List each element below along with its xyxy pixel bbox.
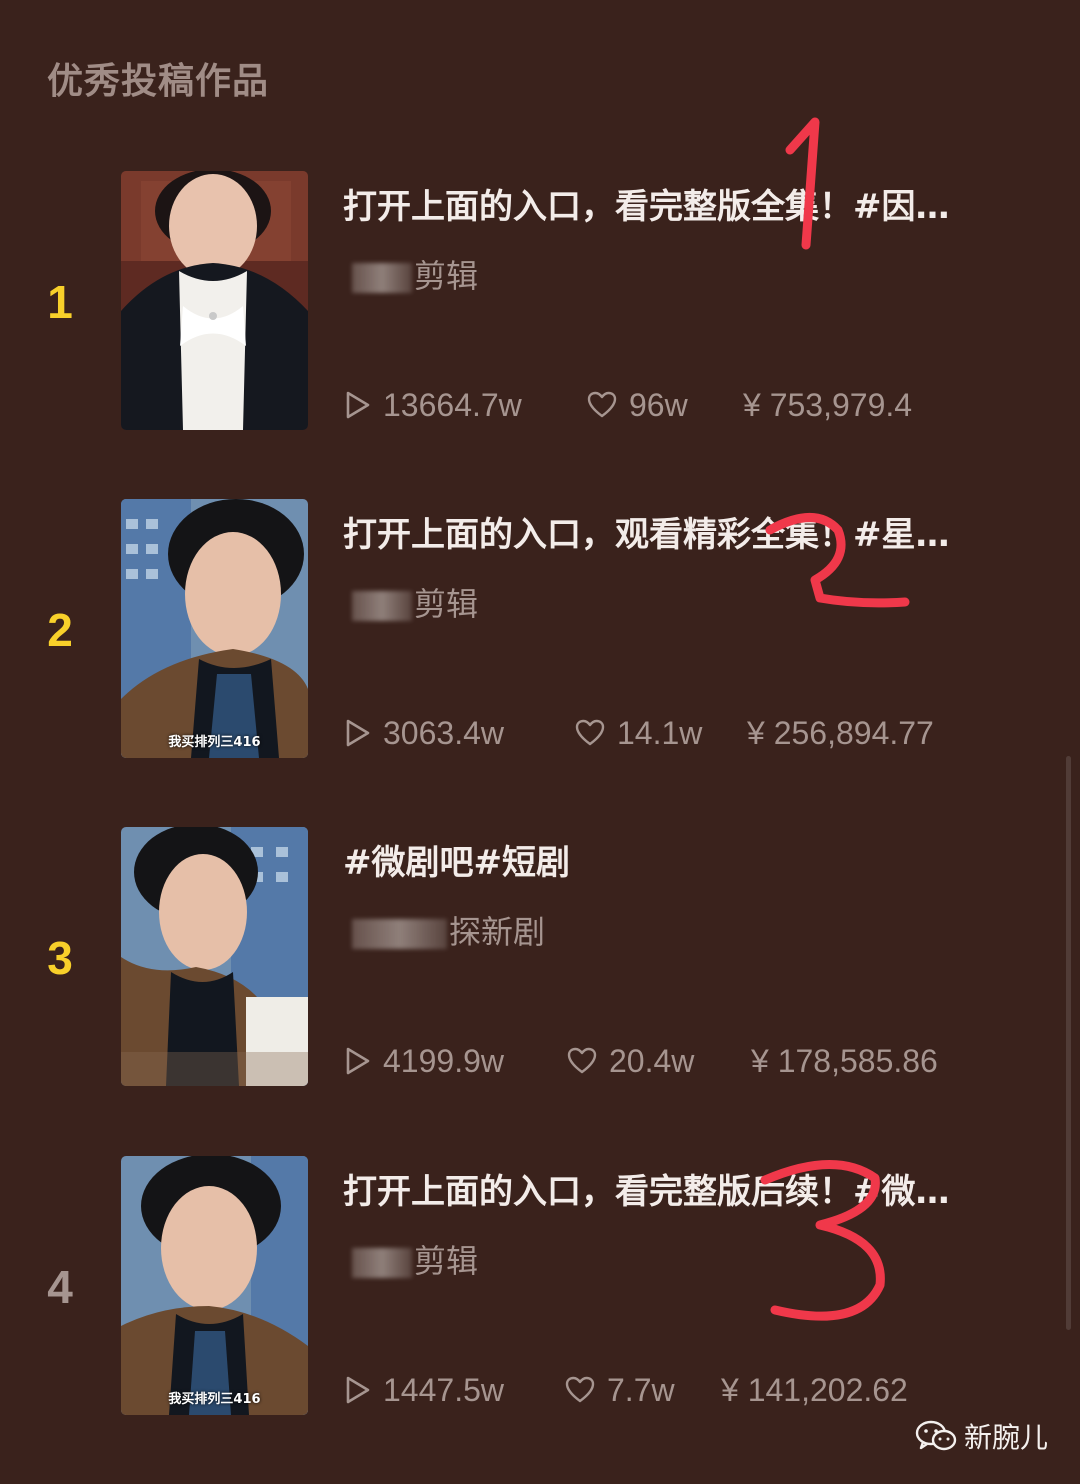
- play-icon: [346, 1376, 370, 1404]
- thumbnail-caption: 我买排列三416: [168, 1392, 261, 1407]
- watermark-text: 新腕儿: [964, 1421, 1049, 1454]
- thumbnail-caption: 我买排列三416: [168, 735, 261, 750]
- author-name[interactable]: 剪辑: [352, 1236, 478, 1280]
- author-name[interactable]: 探新剧: [352, 907, 545, 951]
- play-count: 1447.5w: [345, 1372, 565, 1409]
- list-item[interactable]: 1 打开上面的入口，看完整版全集！#因… 剪辑 13664.7w 96w ¥ 7…: [0, 171, 1080, 431]
- rank-number: 1: [47, 276, 73, 328]
- play-icon: [346, 391, 370, 419]
- video-thumbnail[interactable]: 我买排列三416: [121, 499, 308, 758]
- rank-number: 2: [47, 604, 73, 656]
- play-count: 13664.7w: [345, 387, 587, 424]
- heart-icon: [565, 1376, 595, 1403]
- author-name[interactable]: 剪辑: [352, 251, 478, 295]
- section-title: 优秀投稿作品: [47, 61, 270, 102]
- heart-icon: [575, 719, 605, 746]
- income-amount: ¥ 753,979.4: [743, 386, 913, 423]
- blurred-avatar: [352, 263, 412, 293]
- video-thumbnail[interactable]: [121, 827, 308, 1086]
- play-icon: [346, 719, 370, 747]
- like-count: 14.1w: [575, 715, 747, 752]
- video-title[interactable]: 打开上面的入口，看完整版全集！#因…: [343, 179, 1023, 228]
- play-count: 3063.4w: [345, 715, 575, 752]
- video-thumbnail[interactable]: [121, 171, 308, 430]
- heart-icon: [567, 1047, 597, 1074]
- like-count: 7.7w: [565, 1372, 721, 1409]
- stats-bar: 1447.5w 7.7w ¥ 141,202.62: [345, 1370, 908, 1410]
- play-count: 4199.9w: [345, 1043, 567, 1080]
- author-name[interactable]: 剪辑: [352, 579, 478, 623]
- heart-icon: [587, 391, 617, 418]
- stats-bar: 13664.7w 96w ¥ 753,979.4: [345, 385, 912, 425]
- video-title[interactable]: 打开上面的入口，观看精彩全集！#星…: [343, 507, 1023, 556]
- video-title[interactable]: 打开上面的入口，看完整版后续！#微…: [343, 1164, 1023, 1213]
- blurred-avatar: [352, 591, 412, 621]
- rank-number: 4: [47, 1261, 73, 1313]
- like-count: 96w: [587, 387, 743, 424]
- blurred-avatar: [352, 919, 447, 949]
- income-amount: ¥ 256,894.77: [747, 714, 934, 751]
- blurred-avatar: [352, 1248, 412, 1278]
- list-item[interactable]: 2 我买排列三416 打开上面的入口，观看精彩全集！#星… 剪辑 3063.4w: [0, 499, 1080, 759]
- play-icon: [346, 1047, 370, 1075]
- income-amount: ¥ 141,202.62: [721, 1371, 908, 1408]
- stats-bar: 4199.9w 20.4w ¥ 178,585.86: [345, 1041, 938, 1081]
- like-count: 20.4w: [567, 1043, 751, 1080]
- income-amount: ¥ 178,585.86: [751, 1042, 938, 1079]
- stats-bar: 3063.4w 14.1w ¥ 256,894.77: [345, 713, 934, 753]
- wechat-icon: [915, 1420, 957, 1451]
- scrollbar[interactable]: [1066, 756, 1071, 1330]
- list-item[interactable]: 3 #微剧吧#短剧 探新剧 4199.9w 20.4w ¥ 178,585.86: [0, 827, 1080, 1087]
- video-thumbnail[interactable]: 我买排列三416: [121, 1156, 308, 1415]
- list-item[interactable]: 4 我买排列三416 打开上面的入口，看完整版后续！#微… 剪辑 1447.5w…: [0, 1156, 1080, 1416]
- rank-number: 3: [47, 932, 73, 984]
- video-title[interactable]: #微剧吧#短剧: [343, 835, 1023, 884]
- watermark: 新腕儿: [914, 1416, 1048, 1456]
